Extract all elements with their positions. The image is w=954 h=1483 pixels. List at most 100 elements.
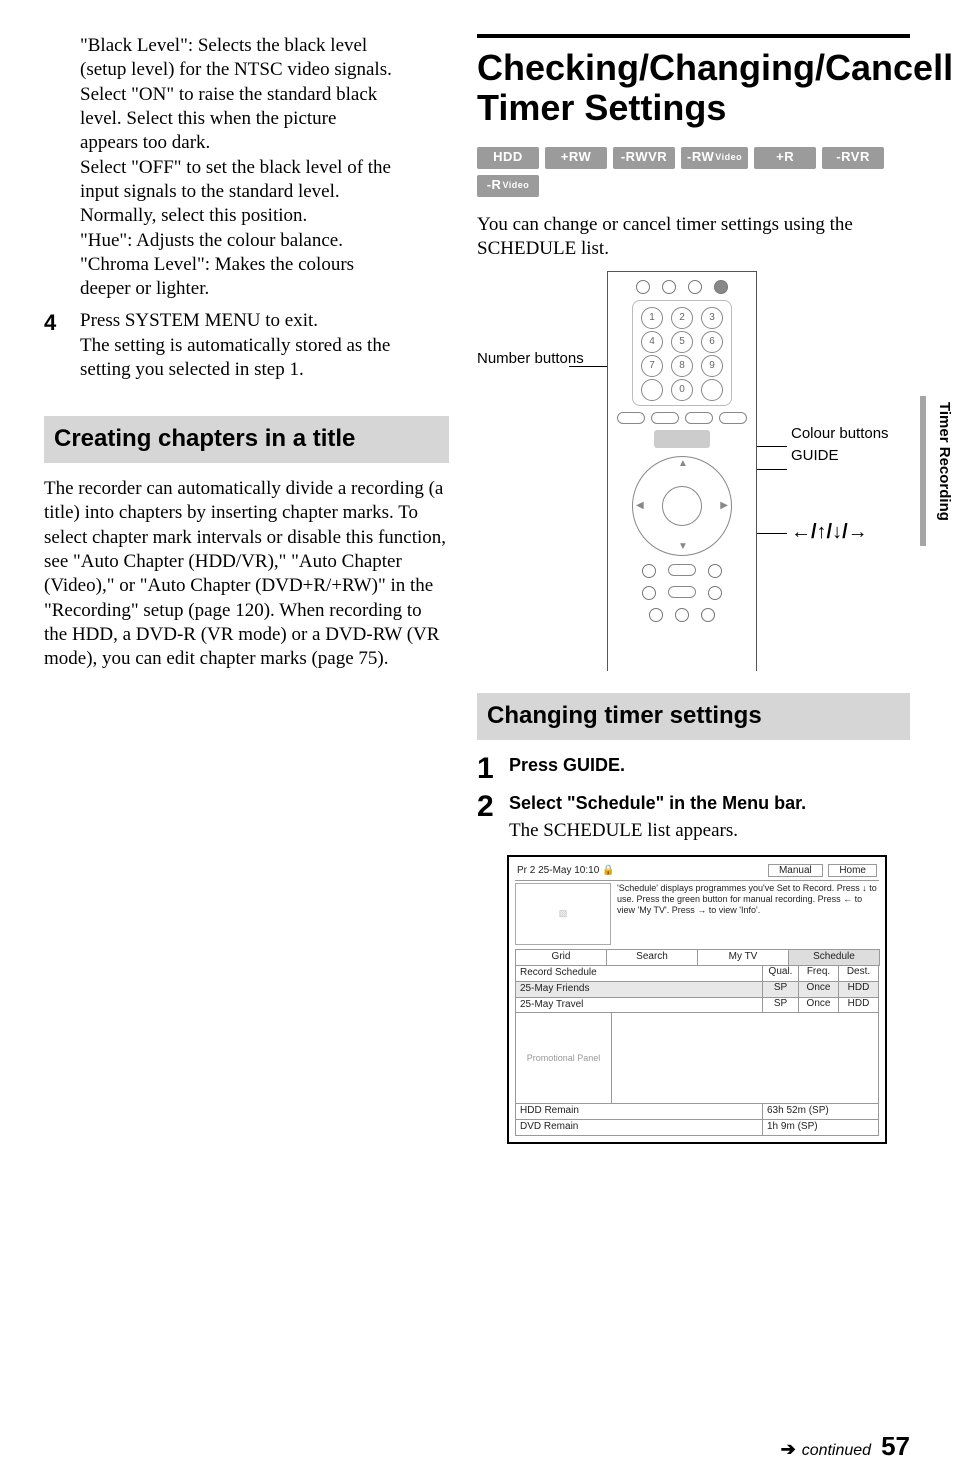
text-line: The setting is automatically stored as t… — [80, 334, 390, 358]
step-body: Press SYSTEM MENU to exit. The setting i… — [80, 309, 390, 382]
key-9: 9 — [701, 355, 723, 377]
arrow-right-icon: ▶ — [720, 500, 728, 513]
ss-dvd-remain-label: DVD Remain — [516, 1120, 762, 1135]
button-icon — [668, 586, 696, 598]
ss-info-text: 'Schedule' displays programmes you've Se… — [611, 883, 879, 945]
ss-tab-schedule: Schedule — [788, 949, 880, 966]
arrow-up-icon: ▲ — [678, 458, 688, 471]
ss-tab-search: Search — [606, 949, 698, 966]
button-icon — [668, 564, 696, 576]
ss-header-qual: Qual. — [762, 966, 798, 981]
ss-manual: Manual — [768, 864, 823, 877]
side-tab: Timer Recording — [920, 396, 954, 546]
button-icon — [649, 608, 663, 622]
ss-hdd-remain-label: HDD Remain — [516, 1104, 762, 1119]
text-line: input signals to the standard level. — [80, 180, 449, 204]
label-number-buttons: Number buttons — [477, 349, 584, 368]
ss-header-row: Record Schedule Qual. Freq. Dest. — [515, 966, 879, 982]
badge-text: -RW — [687, 149, 714, 166]
colour-green-icon — [651, 412, 679, 424]
left-column: "Black Level": Selects the black level (… — [44, 34, 449, 1144]
leader-line — [757, 469, 787, 470]
leader-line — [757, 533, 787, 534]
ss-tab-mytv: My TV — [697, 949, 789, 966]
text-line: (setup level) for the NTSC video signals… — [80, 58, 449, 82]
button-icon — [662, 280, 676, 294]
ss-cell: SP — [762, 998, 798, 1013]
ss-row: 25-May Friends SP Once HDD — [515, 982, 879, 998]
key-3: 3 — [701, 307, 723, 329]
text-line: setting you selected in step 1. — [80, 358, 390, 382]
step-1: 1 Press GUIDE. — [477, 754, 910, 784]
guide-button-icon — [654, 430, 710, 448]
intro-text: You can change or cancel timer settings … — [477, 213, 910, 262]
badge-hdd: HDD — [477, 147, 539, 169]
button-icon — [714, 280, 728, 294]
label-direction-arrows: ←/↑/↓/→ — [791, 521, 868, 544]
badge-plus-rw: +RW — [545, 147, 607, 169]
continued-arrow-icon: ➔ — [781, 1438, 796, 1461]
button-icon — [675, 608, 689, 622]
colour-red-icon — [617, 412, 645, 424]
button-icon — [701, 608, 715, 622]
ss-dvd-remain-value: 1h 9m (SP) — [762, 1120, 878, 1135]
steps-list: 1 Press GUIDE. 2 Select "Schedule" in th… — [477, 754, 910, 843]
badge-plus-r: +R — [754, 147, 816, 169]
ss-dvd-remain: DVD Remain 1h 9m (SP) — [515, 1120, 879, 1136]
step-number: 4 — [44, 309, 80, 382]
ss-header-record: Record Schedule — [516, 966, 762, 981]
page-footer: ➔ continued 57 — [781, 1430, 910, 1463]
power-icon — [636, 280, 650, 294]
step-number: 2 — [477, 792, 509, 843]
remote-diagram: Number buttons 123 456 789 0 — [477, 271, 910, 671]
side-tab-label: Timer Recording — [935, 402, 954, 521]
button-icon — [708, 586, 722, 600]
black-level-paragraph: "Black Level": Selects the black level (… — [44, 34, 449, 301]
key-clear — [641, 379, 663, 401]
remote-body: 123 456 789 0 ▲ ▼ ◀ ▶ — [607, 271, 757, 671]
text-line: "Chroma Level": Makes the colours — [80, 253, 449, 277]
colour-buttons-row — [608, 412, 756, 424]
ss-cell: HDD — [838, 998, 878, 1013]
ss-cell: SP — [762, 982, 798, 997]
text-line: Select "OFF" to set the black level of t… — [80, 156, 449, 180]
chapters-paragraph: The recorder can automatically divide a … — [44, 477, 449, 672]
text-line: deeper or lighter. — [80, 277, 449, 301]
ss-thumbnail: ▧ — [515, 883, 611, 945]
ss-promo-panel: Promotional Panel — [516, 1013, 612, 1103]
badge-subtext: Video — [502, 180, 529, 192]
key-7: 7 — [641, 355, 663, 377]
text-line: level. Select this when the picture — [80, 107, 449, 131]
number-keypad: 123 456 789 0 — [632, 300, 732, 406]
key-ent — [701, 379, 723, 401]
button-icon — [642, 564, 656, 578]
key-4: 4 — [641, 331, 663, 353]
badge-minus-rvideo: -RVideo — [477, 175, 539, 197]
step-4: 4 Press SYSTEM MENU to exit. The setting… — [44, 309, 449, 382]
button-icon — [708, 564, 722, 578]
section-heading-chapters: Creating chapters in a title — [44, 416, 449, 463]
section-heading-changing: Changing timer settings — [477, 693, 910, 740]
ss-home: Home — [828, 864, 877, 877]
right-column: Checking/Changing/Cancelling Timer Setti… — [477, 34, 910, 1144]
arrow-left-icon: ◀ — [636, 500, 644, 513]
colour-blue-icon — [719, 412, 747, 424]
ss-row: 25-May Travel SP Once HDD — [515, 998, 879, 1014]
label-guide: GUIDE — [791, 445, 889, 467]
ss-channel-time: Pr 2 25-May 10:10 — [517, 865, 599, 876]
key-1: 1 — [641, 307, 663, 329]
text-line: "Hue": Adjusts the colour balance. — [80, 229, 449, 253]
step-heading: Press GUIDE. — [509, 754, 625, 777]
key-8: 8 — [671, 355, 693, 377]
ss-cell: Once — [798, 998, 838, 1013]
page-title: Checking/Changing/Cancelling Timer Setti… — [477, 34, 910, 129]
remote-right-labels: Colour buttons GUIDE — [791, 423, 889, 467]
arrow-down-icon: ▼ — [678, 541, 688, 554]
label-text: Number buttons — [477, 350, 584, 367]
key-2: 2 — [671, 307, 693, 329]
page-number: 57 — [881, 1430, 910, 1463]
continued-label: continued — [802, 1441, 871, 1461]
badge-text: -R — [487, 177, 502, 194]
badge-minus-rvr: -RVR — [822, 147, 884, 169]
label-colour-buttons: Colour buttons — [791, 423, 889, 445]
